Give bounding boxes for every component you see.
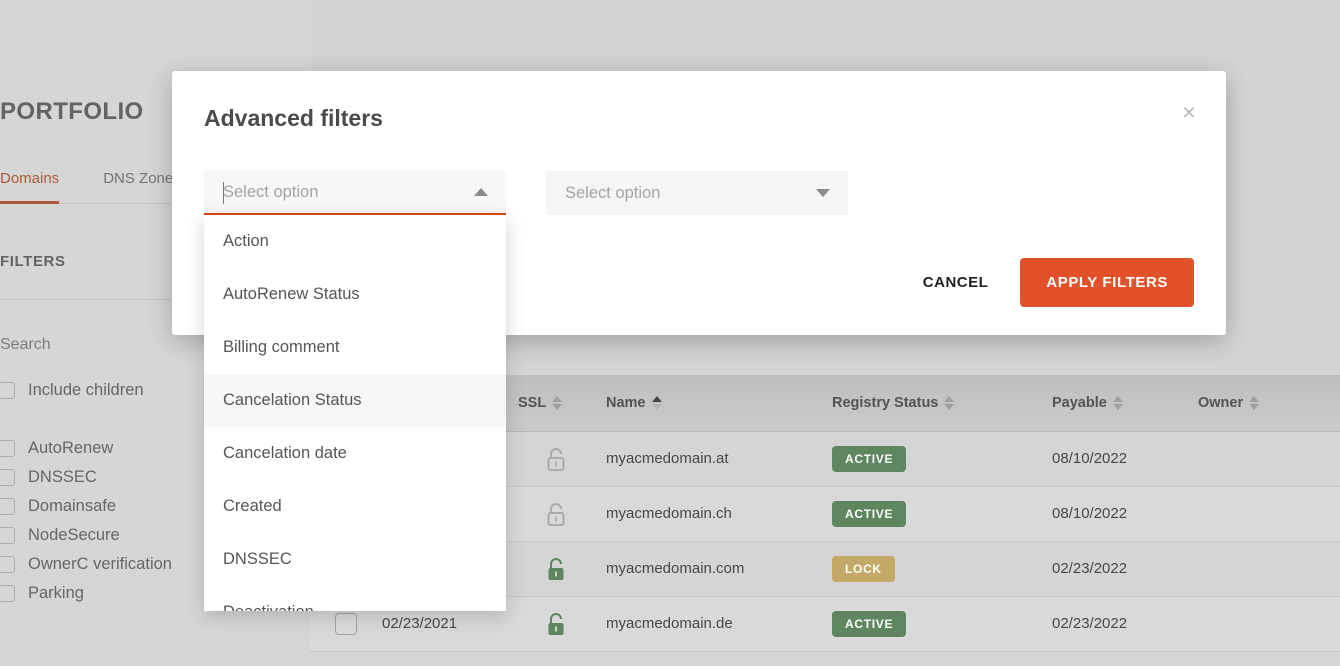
dropdown-option[interactable]: Cancelation date	[204, 427, 506, 480]
close-icon[interactable]: ×	[1176, 99, 1202, 125]
chevron-down-icon[interactable]	[816, 189, 830, 197]
dropdown-option[interactable]: Deactivation	[204, 586, 506, 611]
filter-field-select[interactable]: Select option	[204, 171, 506, 215]
dropdown-option-highlighted[interactable]: Cancelation Status	[204, 374, 506, 427]
cancel-button[interactable]: CANCEL	[923, 274, 989, 291]
modal-title: Advanced filters	[204, 105, 383, 131]
filter-field-dropdown[interactable]: Action AutoRenew Status Billing comment …	[204, 215, 506, 611]
dropdown-option[interactable]: Action	[204, 215, 506, 268]
dropdown-option[interactable]: AutoRenew Status	[204, 268, 506, 321]
filter-value-placeholder: Select option	[565, 183, 661, 202]
filter-select-group: Select option Select option	[204, 171, 848, 215]
filter-field-placeholder: Select option	[223, 182, 319, 201]
text-cursor	[223, 182, 224, 204]
filter-value-select[interactable]: Select option	[546, 171, 848, 215]
dropdown-option[interactable]: DNSSEC	[204, 533, 506, 586]
modal-actions: CANCEL APPLY FILTERS	[923, 258, 1194, 307]
app-root: PORTFOLIO Domains DNS Zones FILTERS Incl…	[0, 0, 1340, 666]
dropdown-option[interactable]: Created	[204, 480, 506, 533]
apply-filters-button[interactable]: APPLY FILTERS	[1020, 258, 1194, 307]
chevron-up-icon[interactable]	[474, 188, 488, 196]
dropdown-option[interactable]: Billing comment	[204, 321, 506, 374]
